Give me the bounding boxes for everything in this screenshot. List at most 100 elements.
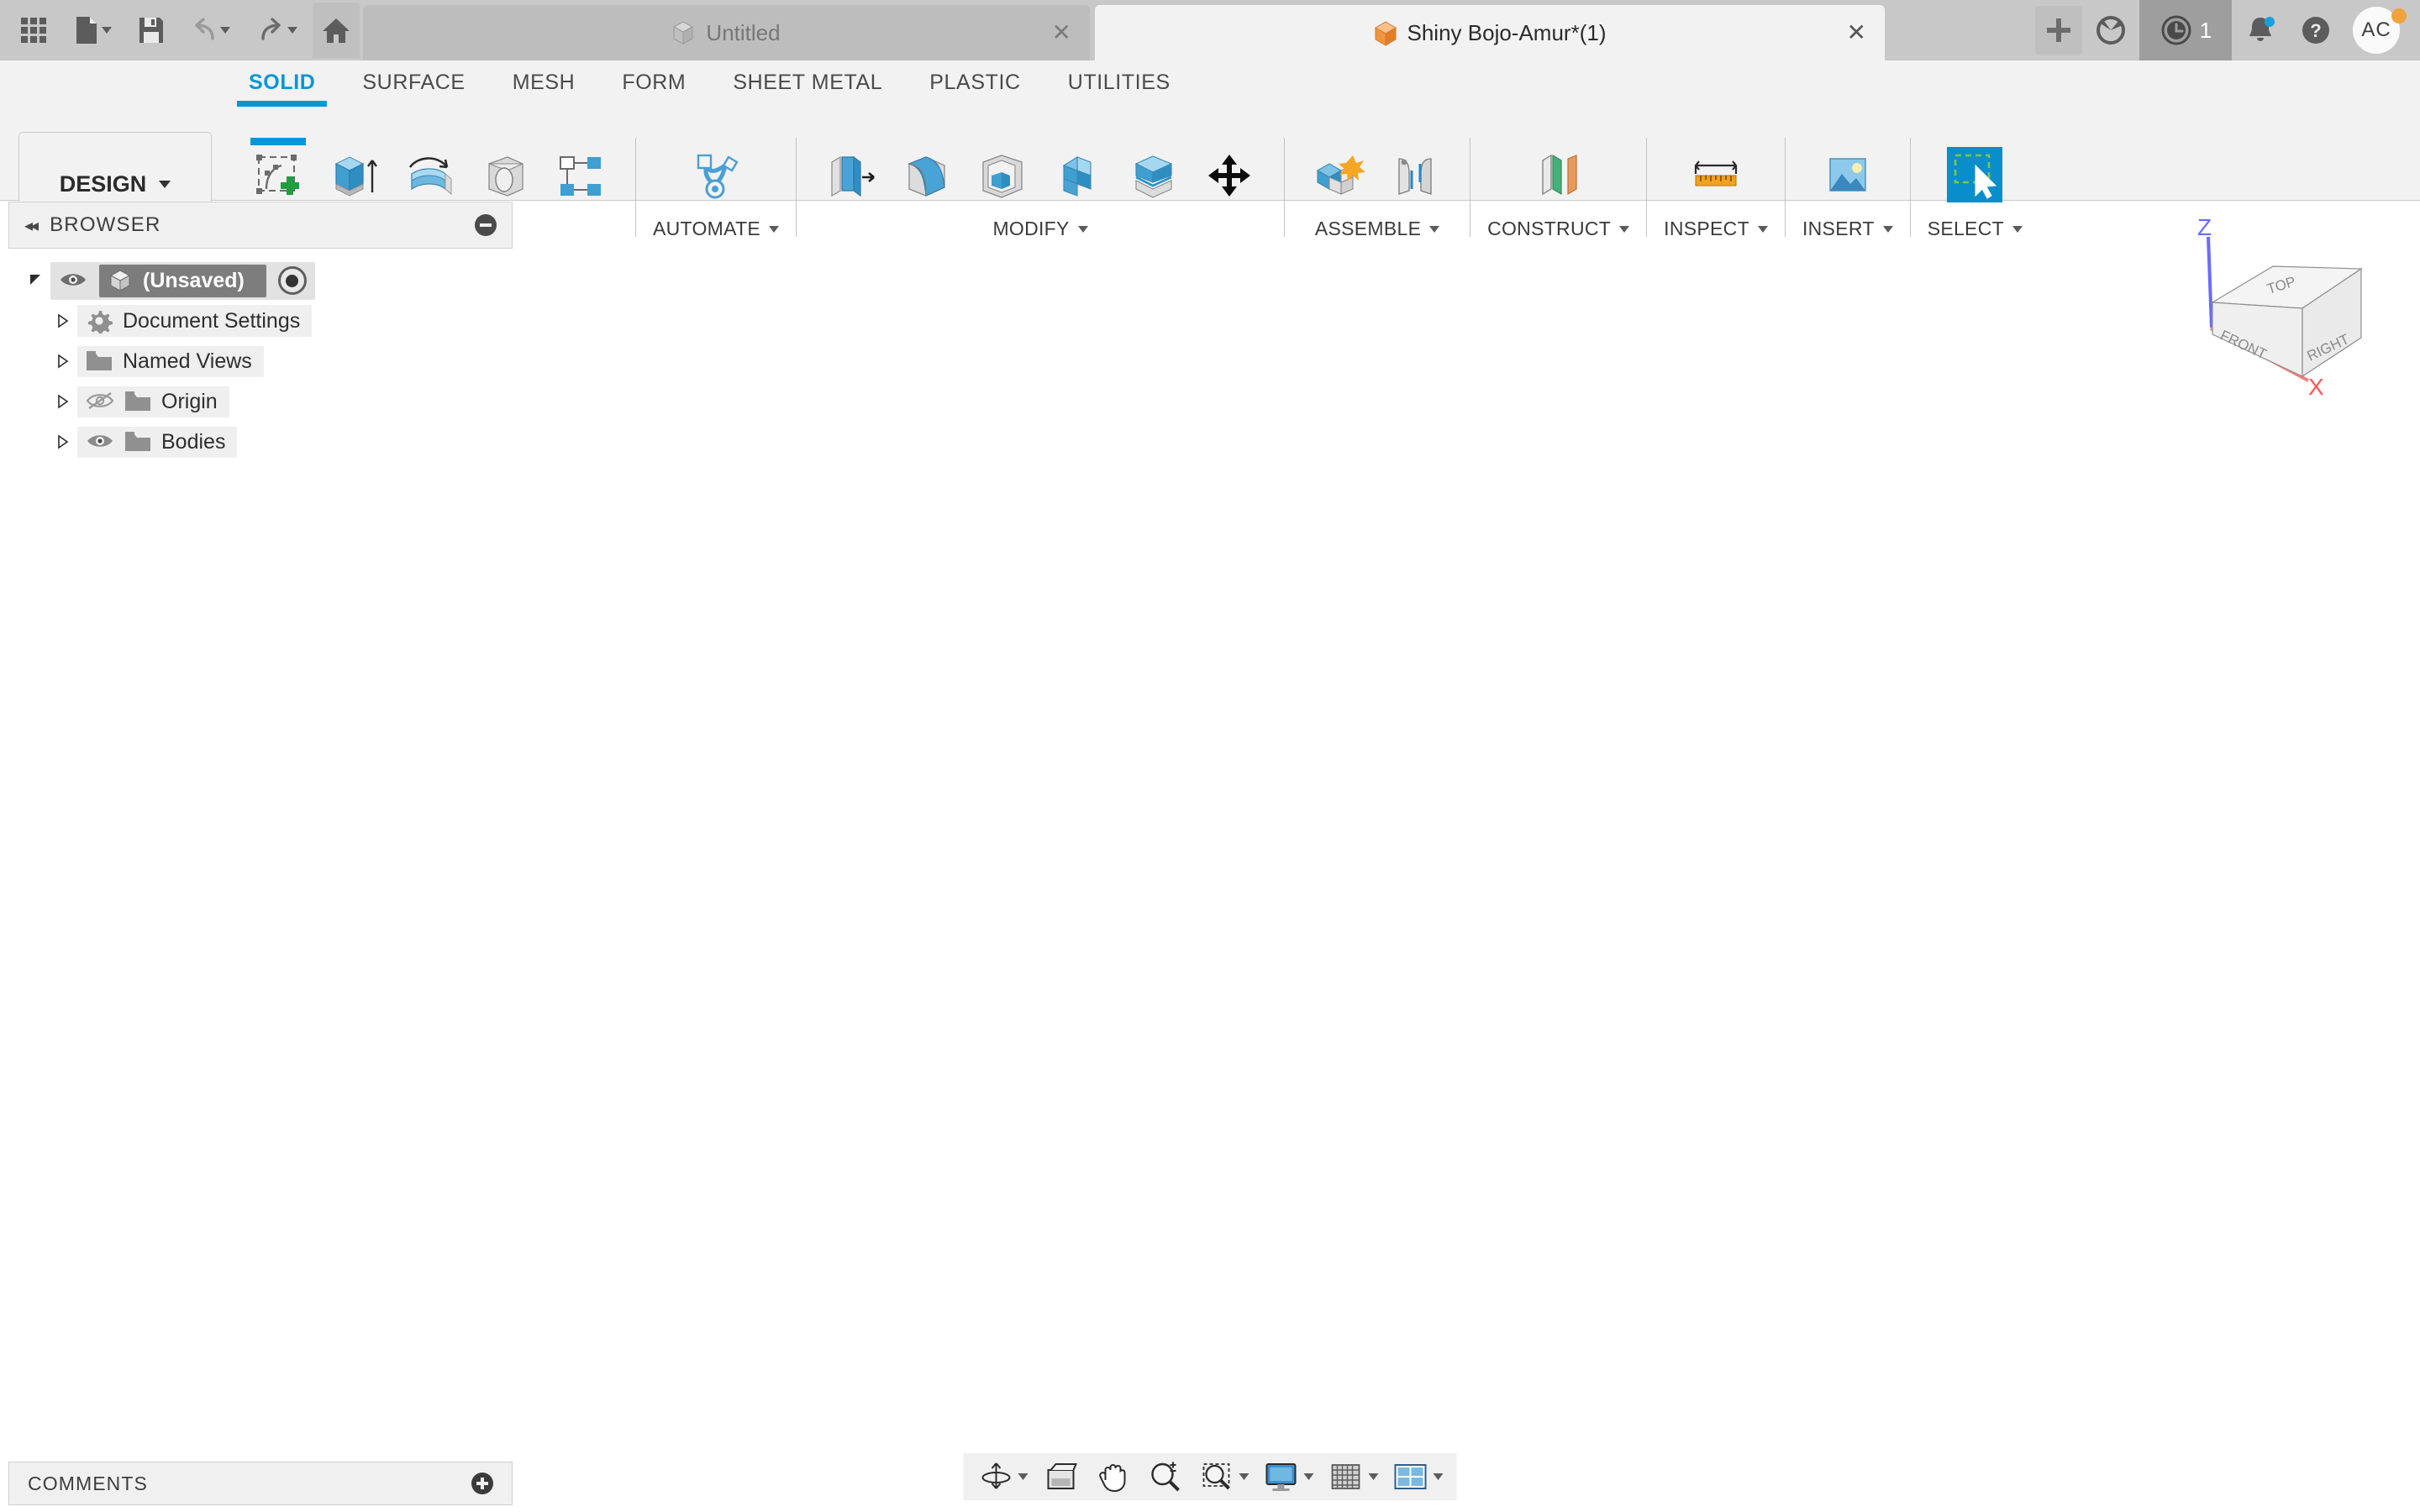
- add-comment-button[interactable]: [471, 1473, 493, 1494]
- chevron-down-icon[interactable]: [769, 225, 780, 233]
- close-icon[interactable]: ✕: [1052, 21, 1071, 45]
- new-file-icon[interactable]: [60, 6, 124, 55]
- tab-label: SHEET METAL: [733, 71, 883, 94]
- pan-button[interactable]: [1087, 1453, 1139, 1500]
- extension-icon[interactable]: [2084, 0, 2138, 60]
- save-icon[interactable]: [128, 6, 175, 55]
- split-face-button[interactable]: [1116, 138, 1192, 215]
- zoom-button[interactable]: [1139, 1453, 1192, 1500]
- tree-row-document-settings[interactable]: Document Settings: [8, 301, 513, 341]
- job-status-button[interactable]: 1: [2139, 0, 2232, 60]
- chevron-down-icon[interactable]: [1433, 1473, 1444, 1480]
- tree-row-name-selected[interactable]: (Unsaved): [99, 264, 266, 297]
- new-component-button[interactable]: [1302, 138, 1377, 215]
- chevron-down-icon[interactable]: [1018, 1473, 1028, 1480]
- tab-solid[interactable]: SOLID: [225, 60, 339, 107]
- close-icon[interactable]: ✕: [1847, 21, 1866, 45]
- ribbon-group-label-insert[interactable]: INSERT: [1802, 218, 1893, 240]
- visibility-eye-off-icon[interactable]: [86, 391, 114, 412]
- tree-row-chip[interactable]: (Unsaved): [50, 261, 315, 300]
- tree-row-bodies[interactable]: Bodies: [8, 422, 513, 462]
- tree-row-chip[interactable]: Document Settings: [77, 305, 313, 337]
- fillet-button[interactable]: [889, 138, 965, 215]
- tree-row-origin[interactable]: Origin: [8, 381, 513, 422]
- chevron-down-icon[interactable]: [1303, 1473, 1314, 1480]
- orbit-button[interactable]: [971, 1453, 1035, 1500]
- chevron-down-icon[interactable]: [1239, 1473, 1249, 1480]
- ribbon-group-label-assemble[interactable]: ASSEMBLE: [1315, 218, 1440, 240]
- ribbon-group-label-select[interactable]: SELECT: [1928, 218, 2023, 240]
- help-icon[interactable]: ?: [2289, 0, 2343, 60]
- document-tab-shiny-bojo-amur[interactable]: Shiny Bojo-Amur*(1) ✕: [1095, 5, 1885, 60]
- look-at-button[interactable]: [1035, 1453, 1087, 1500]
- measure-button[interactable]: [1678, 138, 1754, 215]
- comments-panel[interactable]: COMMENTS: [8, 1462, 513, 1505]
- chevron-down-icon[interactable]: [1429, 225, 1440, 233]
- insert-canvas-button[interactable]: [1810, 138, 1886, 215]
- expand-triangle-icon[interactable]: [49, 394, 77, 409]
- expand-triangle-icon[interactable]: [49, 313, 77, 328]
- chevron-down-icon[interactable]: [1882, 225, 1893, 233]
- chevron-down-icon[interactable]: [219, 27, 230, 34]
- press-pull-button[interactable]: [813, 138, 889, 215]
- ribbon-group-label-automate[interactable]: AUTOMATE: [653, 218, 780, 240]
- offset-plane-button[interactable]: [1521, 138, 1597, 215]
- hand-pan-icon: [1094, 1459, 1133, 1494]
- combine-button[interactable]: [1040, 138, 1116, 215]
- visibility-eye-icon[interactable]: [86, 431, 114, 453]
- app-grid-icon[interactable]: [10, 6, 57, 55]
- navigation-bar: [963, 1453, 1457, 1500]
- minimize-icon[interactable]: [475, 214, 497, 236]
- chevron-down-icon[interactable]: [1619, 225, 1630, 233]
- chevron-down-icon[interactable]: [2012, 225, 2023, 233]
- chevron-down-icon[interactable]: [1757, 225, 1768, 233]
- expand-triangle-icon[interactable]: [49, 434, 77, 449]
- view-cube[interactable]: Z X TOP FRONT RIGHT: [2181, 214, 2416, 424]
- chevron-down-icon[interactable]: [101, 27, 112, 34]
- bell-icon[interactable]: [2233, 0, 2287, 60]
- tree-row-chip[interactable]: Named Views: [77, 345, 264, 377]
- display-settings-button[interactable]: [1256, 1453, 1321, 1500]
- avatar[interactable]: AC: [2344, 0, 2408, 60]
- undo-icon[interactable]: [178, 6, 242, 55]
- automated-modeling-button[interactable]: [678, 138, 754, 215]
- tab-sheet-metal[interactable]: SHEET METAL: [709, 60, 906, 107]
- viewports-button[interactable]: [1386, 1453, 1450, 1500]
- job-status-count: 1: [2199, 17, 2212, 43]
- tab-surface[interactable]: SURFACE: [339, 60, 488, 107]
- expand-triangle-icon[interactable]: [49, 354, 77, 369]
- shell-button[interactable]: [965, 138, 1040, 215]
- home-icon[interactable]: [313, 3, 360, 58]
- pattern-button[interactable]: [543, 138, 618, 215]
- chevron-down-icon[interactable]: [1368, 1473, 1379, 1480]
- tab-plastic[interactable]: PLASTIC: [906, 60, 1044, 107]
- grid-snaps-button[interactable]: [1321, 1453, 1386, 1500]
- activate-component-radio[interactable]: [277, 266, 307, 295]
- new-tab-button[interactable]: [2035, 6, 2082, 55]
- document-tab-untitled[interactable]: Untitled ✕: [363, 5, 1090, 60]
- ribbon-group-automate: AUTOMATE: [641, 138, 791, 240]
- chevron-down-icon[interactable]: [287, 27, 297, 34]
- visibility-eye-icon[interactable]: [59, 270, 87, 291]
- browser-title: BROWSER: [50, 213, 161, 236]
- tree-row-chip[interactable]: Bodies: [77, 426, 238, 458]
- chevron-down-icon[interactable]: [159, 181, 171, 188]
- redo-icon[interactable]: [245, 6, 309, 55]
- zoom-window-button[interactable]: [1192, 1453, 1256, 1500]
- chevron-down-icon[interactable]: [1077, 225, 1088, 233]
- collapse-panel-icon[interactable]: ◂◂: [24, 215, 39, 236]
- tab-form[interactable]: FORM: [598, 60, 709, 107]
- ribbon-group-label-construct[interactable]: CONSTRUCT: [1487, 218, 1630, 240]
- ribbon-group-label-modify[interactable]: MODIFY: [992, 218, 1088, 240]
- joint-button[interactable]: [1377, 138, 1453, 215]
- tab-mesh[interactable]: MESH: [489, 60, 599, 107]
- move-copy-button[interactable]: [1192, 138, 1267, 215]
- tree-row-unsaved[interactable]: (Unsaved): [8, 260, 513, 301]
- ribbon-group-label-inspect[interactable]: INSPECT: [1664, 218, 1768, 240]
- airplane-model[interactable]: [618, 702, 1863, 1377]
- tree-row-chip[interactable]: Origin: [77, 386, 229, 417]
- select-window-button[interactable]: [1937, 138, 2012, 215]
- tree-row-named-views[interactable]: Named Views: [8, 341, 513, 381]
- tab-utilities[interactable]: UTILITIES: [1044, 60, 1194, 107]
- expand-triangle-icon[interactable]: [22, 273, 50, 288]
